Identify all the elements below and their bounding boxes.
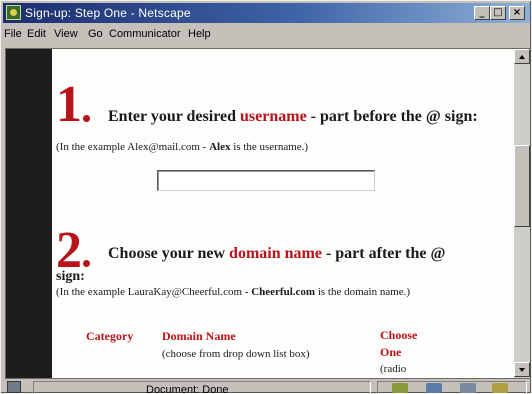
domain-name-keyword: domain name (229, 245, 322, 262)
netscape-app-icon[interactable] (6, 5, 21, 20)
category-column-header: Category (86, 329, 134, 343)
step-two-heading-wrap: sign: (56, 269, 85, 284)
scroll-down-button[interactable] (514, 362, 530, 377)
title-bar[interactable]: Sign-up: Step One - Netscape _ □ × (3, 3, 530, 23)
close-button[interactable]: × (509, 6, 525, 20)
status-bar: Document: Done (3, 380, 530, 394)
minimize-button[interactable]: _ (474, 6, 490, 20)
browser-window: Sign-up: Step One - Netscape _ □ × File … (0, 0, 532, 394)
mail-icon[interactable] (426, 383, 442, 393)
vertical-scrollbar[interactable] (514, 49, 530, 378)
domain-name-hint: (choose from drop down list box) (162, 348, 310, 360)
navigator-icon[interactable] (392, 383, 408, 393)
step-one-bullet (83, 115, 90, 122)
scroll-up-button[interactable] (514, 49, 530, 64)
menu-bar: File Edit View Go Communicator Help (3, 25, 530, 45)
maximize-button[interactable]: □ (490, 6, 506, 20)
menu-help[interactable]: Help (188, 28, 211, 40)
scroll-thumb[interactable] (514, 145, 530, 227)
security-lock-icon[interactable] (7, 381, 21, 393)
choose-column-header-line2: One (380, 345, 402, 359)
choose-column-header-line1: Choose (380, 328, 418, 342)
menu-edit[interactable]: Edit (27, 28, 46, 40)
component-bar (377, 381, 527, 394)
username-input[interactable] (157, 170, 375, 191)
step-two-heading: Choose your new domain name - part after… (108, 245, 446, 262)
window-title: Sign-up: Step One - Netscape (25, 6, 191, 20)
step-one-heading: Enter your desired username - part befor… (108, 108, 478, 125)
username-keyword: username (240, 108, 307, 125)
menu-file[interactable]: File (4, 28, 22, 40)
menu-view[interactable]: View (54, 28, 78, 40)
step-two-bullet (83, 260, 90, 267)
status-message-panel: Document: Done (33, 381, 371, 394)
composer-icon[interactable] (492, 383, 508, 393)
menu-go[interactable]: Go (88, 28, 103, 40)
step-one-number: 1 (56, 76, 82, 133)
choose-column-hint: (radio (380, 363, 407, 375)
menu-communicator[interactable]: Communicator (109, 28, 181, 40)
content-frame: 1 Enter your desired username - part bef… (5, 48, 530, 379)
step-two-example-note: (In the example LauraKay@Cheerful.com - … (56, 286, 411, 298)
step-one-example-note: (In the example Alex@mail.com - Alex is … (56, 141, 309, 153)
domain-name-column-header: Domain Name (162, 329, 236, 343)
discussions-icon[interactable] (460, 383, 476, 393)
page-content: 1 Enter your desired username - part bef… (52, 49, 514, 378)
status-text: Document: Done (146, 384, 229, 394)
